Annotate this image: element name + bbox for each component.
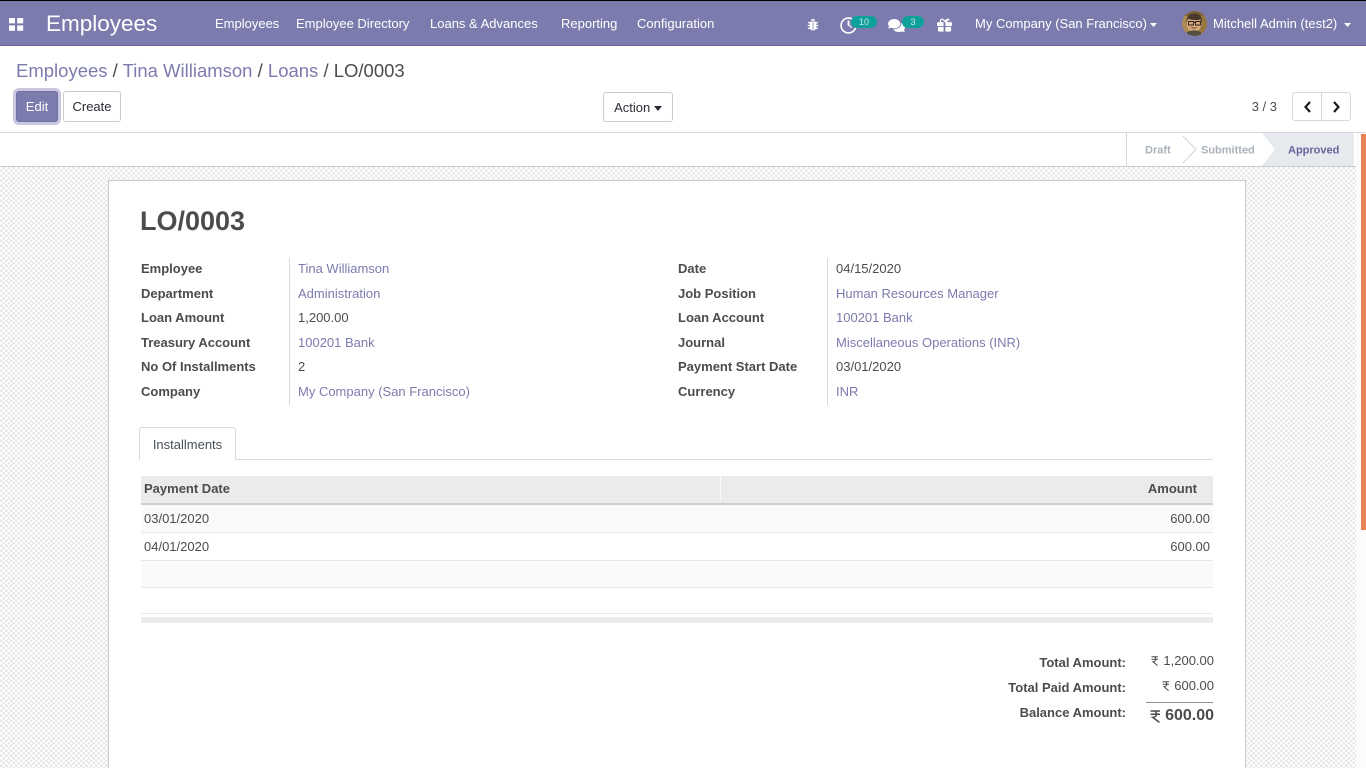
svg-text:Draft: Draft <box>1145 145 1171 157</box>
svg-text:Submitted: Submitted <box>1201 145 1255 157</box>
svg-text:Approved: Approved <box>1288 145 1339 157</box>
